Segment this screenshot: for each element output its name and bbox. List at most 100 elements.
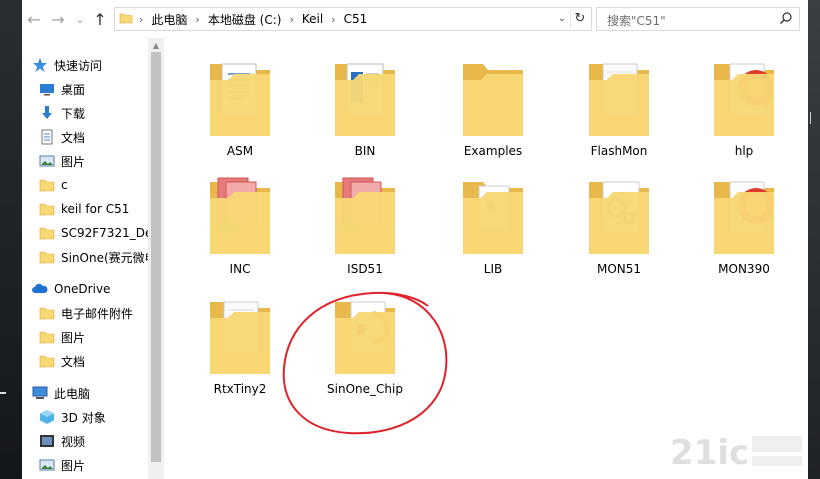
- breadcrumb-local-disk[interactable]: 本地磁盘 (C:): [208, 11, 282, 28]
- folder-icon: [335, 63, 395, 136]
- folder-icon: [463, 182, 523, 254]
- sidebar-item-sc92f7321[interactable]: SC92F7321_Der: [39, 221, 165, 245]
- star-icon: [33, 58, 47, 72]
- sidebar-item-label: OneDrive: [54, 282, 111, 296]
- sidebar-item-onedrive-documents[interactable]: 文档: [39, 349, 165, 373]
- address-dropdown-button[interactable]: ⌄: [555, 10, 569, 28]
- folder-name: MON390: [718, 262, 770, 276]
- sidebar-item-label: 图片: [61, 330, 86, 345]
- sidebar-item-label: 图片: [61, 154, 86, 169]
- sidebar-item-label: 文档: [61, 130, 86, 145]
- folder-icon: [463, 64, 523, 136]
- folder-icon: [39, 331, 55, 344]
- sidebar-item-desktop[interactable]: 桌面 📌: [39, 77, 165, 101]
- sidebar-item-sinone[interactable]: SinOne(赛元微电: [39, 245, 165, 269]
- folder-icon: [39, 227, 55, 240]
- folder-item[interactable]: LIB: [443, 168, 543, 278]
- sidebar-item-folder-c[interactable]: c: [39, 173, 165, 197]
- sidebar-scrollbar[interactable]: ▲: [148, 38, 164, 479]
- breadcrumb-keil[interactable]: Keil: [302, 12, 323, 26]
- folder-name: MON51: [596, 262, 642, 276]
- sidebar-item-this-pc[interactable]: 此电脑: [32, 381, 158, 405]
- folder-icon: [210, 301, 270, 374]
- sidebar-item-onedrive-pictures[interactable]: 图片: [39, 325, 165, 349]
- folder-icon: [714, 63, 774, 136]
- sidebar-item-pc-pictures[interactable]: 图片: [39, 453, 165, 477]
- folder-item[interactable]: ASM: [190, 50, 290, 160]
- sidebar-item-videos[interactable]: 视频: [39, 429, 165, 453]
- sidebar-item-3d-objects[interactable]: 3D 对象: [39, 405, 165, 429]
- sidebar-item-email-attachments[interactable]: 电子邮件附件: [39, 301, 165, 325]
- sidebar-item-label: 下载: [61, 106, 86, 121]
- sidebar-item-downloads[interactable]: 下载 📌: [39, 101, 165, 125]
- recent-locations-button[interactable]: ⌄: [70, 10, 90, 30]
- folder-name: Examples: [463, 144, 523, 158]
- sidebar-item-documents[interactable]: 文档 📌: [39, 125, 165, 149]
- folder-item[interactable]: Examples: [443, 50, 543, 160]
- breadcrumb-separator: ›: [289, 12, 294, 26]
- sidebar-item-label: 视频: [61, 434, 86, 449]
- folder-name: INC: [229, 262, 251, 276]
- search-icon: [780, 12, 792, 24]
- folder-item[interactable]: MON51: [569, 168, 669, 278]
- scrollbar-thumb[interactable]: [151, 52, 161, 462]
- breadcrumb-this-pc[interactable]: 此电脑: [151, 11, 187, 28]
- sidebar-item-quick-access[interactable]: 快速访问: [32, 53, 158, 77]
- folder-item[interactable]: hlp: [694, 50, 794, 160]
- onedrive-icon: [32, 283, 48, 293]
- folder-name: RtxTiny2: [213, 382, 267, 396]
- desktop-icon: [40, 84, 54, 96]
- folder-item[interactable]: MON390: [694, 168, 794, 278]
- folder-icon: [39, 203, 55, 216]
- folder-icon: [119, 13, 133, 24]
- folder-icon: [39, 307, 55, 320]
- 3d-objects-icon: [40, 410, 54, 424]
- folder-name: hlp: [734, 144, 754, 158]
- folder-item[interactable]: ISD51: [315, 168, 415, 278]
- sidebar-item-pictures[interactable]: 图片 📌: [39, 149, 165, 173]
- folder-item[interactable]: INC: [190, 168, 290, 278]
- folder-name: FlashMon: [590, 144, 648, 158]
- folder-name: ASM: [226, 144, 254, 158]
- search-box[interactable]: 搜索"C51": [596, 7, 800, 31]
- download-icon: [42, 106, 52, 119]
- address-bar[interactable]: › 此电脑 › 本地磁盘 (C:) › Keil › C51 ⌄ ↻: [114, 7, 592, 31]
- sidebar-item-label: 文档: [61, 354, 86, 369]
- sidebar-item-label: 电子邮件附件: [61, 306, 134, 321]
- desktop-background-right: [808, 0, 820, 479]
- desktop-background-left: [0, 0, 22, 479]
- folder-icon: [210, 63, 270, 136]
- scroll-up-arrow[interactable]: ▲: [148, 40, 164, 52]
- breadcrumb-separator: ›: [139, 12, 144, 26]
- sidebar-item-label: c: [61, 178, 68, 192]
- sidebar-item-onedrive[interactable]: OneDrive: [32, 277, 158, 301]
- breadcrumb-separator: ›: [195, 12, 200, 26]
- file-list: ASM BIN Examples FlashMon hlp INC ISD51 LIB MON5…: [164, 38, 808, 479]
- sidebar-item-label: SinOne(赛元微电: [61, 250, 157, 265]
- sidebar-item-label: 快速访问: [54, 58, 103, 73]
- up-button[interactable]: ↑: [90, 10, 110, 30]
- folder-item[interactable]: FlashMon: [569, 50, 669, 160]
- pictures-icon: [39, 155, 55, 167]
- folder-item[interactable]: RtxTiny2: [190, 288, 290, 398]
- sidebar-item-label: keil for C51: [61, 202, 130, 216]
- svg-text:21ic: 21ic: [670, 433, 749, 473]
- breadcrumb-c51[interactable]: C51: [344, 12, 368, 26]
- sidebar-item-label: 桌面: [61, 82, 86, 97]
- sidebar-item-keil-for-c51[interactable]: keil for C51: [39, 197, 165, 221]
- back-button[interactable]: ←: [24, 10, 44, 30]
- refresh-button[interactable]: ↻: [570, 10, 589, 28]
- red-annotation-circle: [282, 291, 448, 435]
- folder-item[interactable]: BIN: [315, 50, 415, 160]
- search-placeholder: 搜索"C51": [607, 14, 666, 28]
- folder-name: LIB: [483, 262, 503, 276]
- folder-icon: [39, 355, 55, 368]
- navigation-bar: ← → ⌄ ↑ › 此电脑 › 本地磁盘 (C:) › Keil › C51 ⌄…: [22, 0, 808, 38]
- sidebar-item-label: 图片: [61, 458, 86, 473]
- folder-icon: [39, 251, 55, 264]
- documents-icon: [41, 129, 53, 145]
- watermark-logo: 21ic: [670, 433, 802, 473]
- folder-icon: [714, 181, 774, 254]
- forward-button[interactable]: →: [48, 10, 68, 30]
- folder-icon: [39, 179, 55, 192]
